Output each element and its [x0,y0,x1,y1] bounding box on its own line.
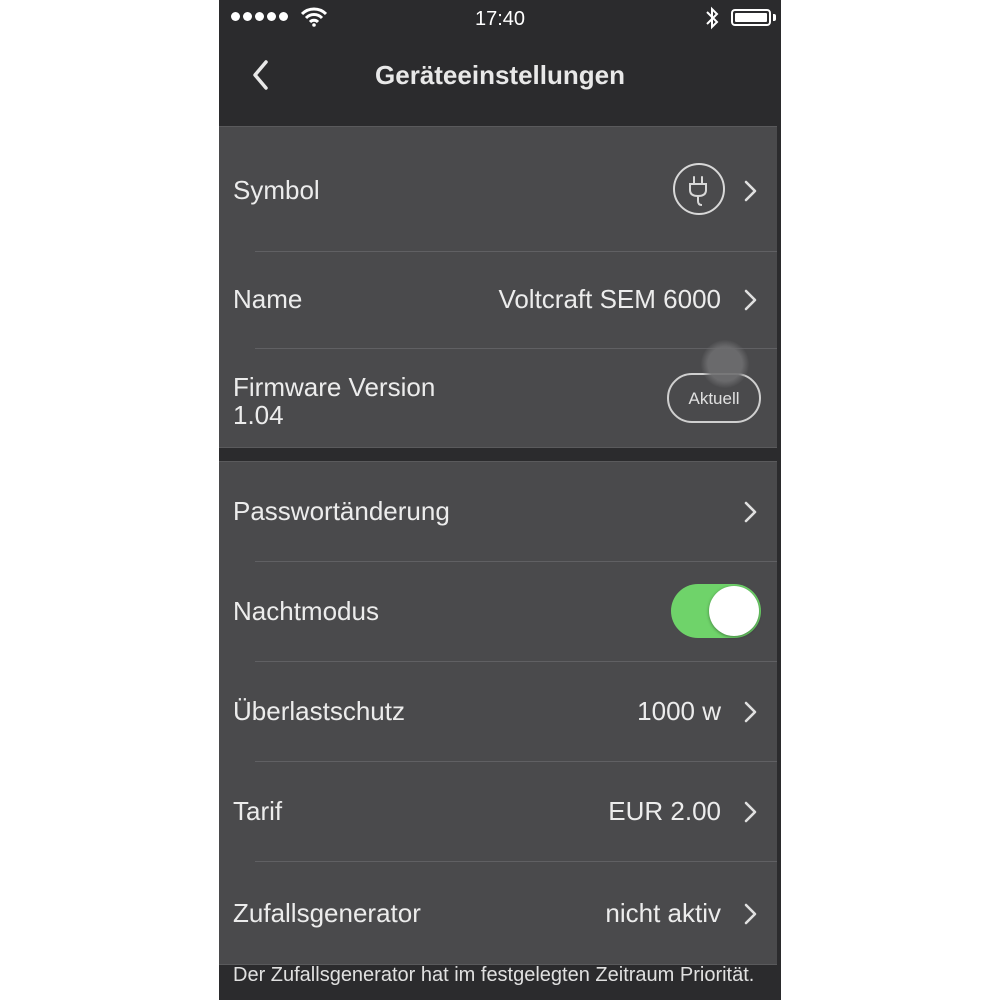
random-generator-note: Der Zufallsgenerator hat im festgelegten… [233,964,755,986]
chevron-right-icon [744,501,757,523]
password-change-row[interactable]: Passwortänderung [219,462,777,561]
overload-protection-value: 1000 w [637,696,721,726]
symbol-row[interactable]: Symbol [219,127,777,251]
status-bar: 17:40 [219,0,781,38]
overload-protection-row[interactable]: Überlastschutz 1000 w [219,662,777,761]
random-generator-row[interactable]: Zufallsgenerator nicht aktiv [219,862,777,962]
navigation-bar: Geräteeinstellungen [219,38,781,126]
firmware-version: 1.04 [233,400,284,430]
page-title: Geräteeinstellungen [375,60,625,90]
chevron-right-icon [744,801,757,823]
divider [255,348,777,349]
firmware-label-block: Firmware Version 1.04 [233,373,435,429]
tariff-label: Tarif [233,796,283,826]
chevron-right-icon [744,701,757,723]
tariff-row[interactable]: Tarif EUR 2.00 [219,762,777,861]
chevron-right-icon [744,180,757,202]
night-mode-toggle[interactable] [671,584,761,638]
random-generator-label: Zufallsgenerator [233,898,421,928]
battery-tip [773,14,776,21]
name-value: Voltcraft SEM 6000 [498,284,721,314]
random-generator-value: nicht aktiv [605,898,721,928]
toggle-knob [709,586,759,636]
name-label: Name [233,284,303,314]
plug-icon [673,163,725,215]
overload-protection-label: Überlastschutz [233,696,405,726]
phone-screen: 17:40 Geräteeinstellungen Symbol Name Vo… [219,0,781,1000]
name-row[interactable]: Name Voltcraft SEM 6000 [219,252,777,348]
device-info-group: Symbol Name Voltcraft SEM 6000 Firmware … [219,126,777,448]
touch-indicator [701,340,749,388]
status-time: 17:40 [474,8,526,30]
symbol-label: Symbol [233,175,320,205]
night-mode-label: Nachtmodus [233,596,379,626]
battery-icon [731,9,771,26]
tariff-value: EUR 2.00 [608,796,721,826]
bluetooth-icon [706,6,719,30]
chevron-right-icon [744,289,757,311]
firmware-label: Firmware Version [233,372,436,402]
settings-group: Passwortänderung Nachtmodus Überlastschu… [219,461,777,965]
chevron-right-icon [744,903,757,925]
password-change-label: Passwortänderung [233,496,450,526]
